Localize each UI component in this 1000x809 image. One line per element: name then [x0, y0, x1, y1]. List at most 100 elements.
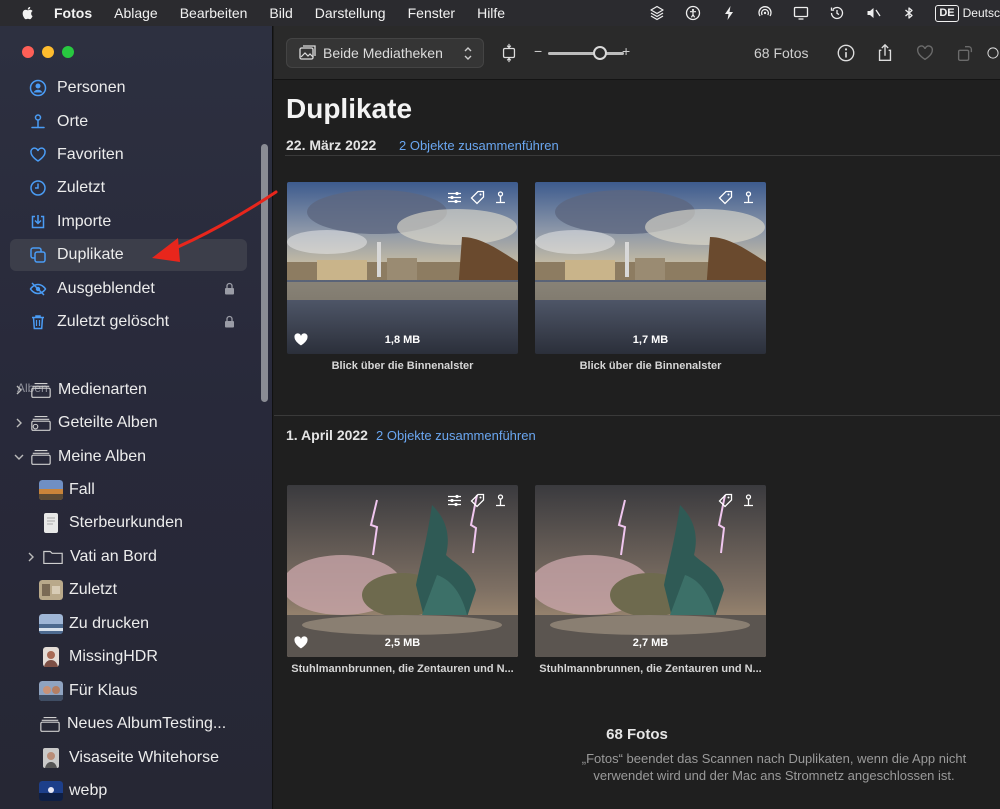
album-item-vati-an-bord[interactable]: Vati an Bord — [24, 541, 157, 573]
sidebar-item-label: Favoriten — [57, 146, 124, 163]
photo-thumbnail[interactable]: 2,7 MB — [535, 485, 766, 657]
chevron-right-icon[interactable] — [12, 383, 26, 397]
input-source-name[interactable]: Deutsc — [963, 6, 1000, 20]
zoom-slider-knob[interactable] — [592, 46, 607, 60]
album-item-visaseite-whitehorse[interactable]: Visaseite Whitehorse — [39, 742, 219, 774]
accessibility-icon[interactable] — [675, 0, 711, 26]
menu-fenster[interactable]: Fenster — [408, 5, 455, 21]
sidebar-item-duplikate[interactable]: Duplikate — [10, 239, 247, 271]
menu-bearbeiten[interactable]: Bearbeiten — [180, 5, 248, 21]
display-icon[interactable] — [783, 0, 819, 26]
footer-photo-count: 68 Fotos — [606, 726, 668, 743]
info-icon[interactable] — [835, 42, 857, 64]
album-item-sterbeurkunden[interactable]: Sterbeurkunden — [39, 507, 183, 539]
zoom-slider[interactable] — [548, 52, 624, 55]
zoom-window-button[interactable] — [62, 46, 74, 58]
sidebar-item-ausgeblendet[interactable]: Ausgeblendet — [10, 273, 247, 305]
section-divider — [285, 155, 1000, 156]
sidebar-item-label: Personen — [57, 79, 126, 96]
folder-stack-icon — [31, 449, 51, 465]
zoom-in-button[interactable]: + — [622, 43, 630, 59]
sidebar-item-orte[interactable]: Orte — [10, 106, 247, 138]
rotate-icon[interactable] — [954, 42, 976, 64]
photo-overlay-icons — [718, 493, 756, 508]
photo-thumbnail[interactable]: 1,7 MB — [535, 182, 766, 354]
tag-icon — [718, 190, 733, 205]
album-item-neues-albumtesting[interactable]: Neues AlbumTesting... — [39, 708, 226, 740]
album-thumbnail — [39, 614, 63, 634]
album-item-zu-drucken[interactable]: Zu drucken — [39, 608, 149, 640]
album-group-geteilte-alben[interactable]: Geteilte Alben — [0, 407, 158, 439]
album-label: Zuletzt — [69, 581, 118, 598]
chevron-right-icon[interactable] — [24, 550, 38, 564]
photo-image — [535, 182, 766, 354]
apple-icon[interactable] — [20, 5, 36, 21]
menu-app-name[interactable]: Fotos — [54, 5, 92, 21]
photo-image — [287, 182, 518, 354]
album-item-fall[interactable]: Fall — [39, 474, 95, 506]
share-icon[interactable] — [874, 42, 896, 64]
airdrop-icon[interactable] — [747, 0, 783, 26]
photo-caption: Stuhlmannbrunnen, die Zentauren und N... — [539, 663, 762, 675]
duplicate-icon — [28, 245, 48, 265]
album-label: Neues AlbumTesting... — [67, 715, 227, 732]
album-item-webp[interactable]: webp — [39, 775, 107, 807]
menu-ablage[interactable]: Ablage — [114, 5, 158, 21]
tag-icon — [470, 190, 485, 205]
updown-chevron-icon — [464, 47, 472, 60]
sidebar-scrollbar[interactable] — [261, 144, 268, 402]
bluetooth-icon[interactable] — [891, 0, 927, 26]
photo-overlay-icons — [447, 493, 508, 508]
menu-bild[interactable]: Bild — [269, 5, 292, 21]
close-window-button[interactable] — [22, 46, 34, 58]
sidebar-item-favoriten[interactable]: Favoriten — [10, 139, 247, 171]
photo-caption: Blick über die Binnenalster — [579, 360, 722, 372]
album-group-medienarten[interactable]: Medienarten — [0, 374, 147, 406]
album-item-fuer-klaus[interactable]: Für Klaus — [39, 675, 137, 707]
sidebar-item-zuletzt[interactable]: Zuletzt — [10, 172, 247, 204]
chevron-down-icon[interactable] — [12, 450, 26, 464]
merge-duplicates-link[interactable]: 2 Objekte zusammenführen — [399, 138, 559, 153]
menu-darstellung[interactable]: Darstellung — [315, 5, 386, 21]
search-icon[interactable] — [986, 42, 1000, 64]
album-group-label: Meine Alben — [58, 448, 147, 465]
stack-icon[interactable] — [639, 0, 675, 26]
album-thumbnail — [44, 513, 58, 533]
album-item-zuletzt[interactable]: Zuletzt — [39, 574, 117, 606]
sidebar-item-importe[interactable]: Importe — [10, 206, 247, 238]
photo-thumbnail[interactable]: 1,8 MB — [287, 182, 518, 354]
sidebar-item-zuletzt-geloescht[interactable]: Zuletzt gelöscht — [10, 306, 247, 338]
zoom-out-button[interactable]: − — [534, 43, 542, 59]
photo-library-icon — [299, 45, 316, 60]
bolt-icon[interactable] — [711, 0, 747, 26]
album-group-meine-alben[interactable]: Meine Alben — [0, 441, 146, 473]
library-select[interactable]: Beide Mediatheken — [286, 38, 484, 68]
import-icon — [28, 212, 48, 232]
album-label: Vati an Bord — [70, 548, 157, 565]
toolbar: Beide Mediatheken − + 68 Fotos — [274, 26, 1000, 80]
clock-icon — [28, 178, 48, 198]
input-source-badge[interactable]: DE — [935, 4, 959, 22]
fit-view-icon[interactable] — [498, 42, 520, 64]
album-thumbnail — [39, 580, 63, 600]
menu-hilfe[interactable]: Hilfe — [477, 5, 505, 21]
merge-duplicates-link[interactable]: 2 Objekte zusammenführen — [376, 428, 536, 443]
time-machine-icon[interactable] — [819, 0, 855, 26]
tag-icon — [470, 493, 485, 508]
album-thumbnail — [39, 781, 63, 801]
minimize-window-button[interactable] — [42, 46, 54, 58]
sidebar: Personen Orte Favoriten Zuletzt Importe … — [0, 26, 273, 809]
mute-icon[interactable] — [855, 0, 891, 26]
photo-image — [535, 485, 766, 657]
album-thumbnail — [43, 748, 59, 768]
photo-thumbnail[interactable]: 2,5 MB — [287, 485, 518, 657]
favorite-icon[interactable] — [914, 42, 936, 64]
pin-icon — [28, 112, 48, 132]
sidebar-item-label: Duplikate — [57, 246, 124, 263]
album-item-missinghdr[interactable]: MissingHDR — [39, 641, 158, 673]
sidebar-item-personen[interactable]: Personen — [10, 72, 247, 104]
chevron-right-icon[interactable] — [12, 416, 26, 430]
photo-image — [287, 485, 518, 657]
eye-slash-icon — [28, 279, 48, 299]
photo-caption: Stuhlmannbrunnen, die Zentauren und N... — [291, 663, 514, 675]
